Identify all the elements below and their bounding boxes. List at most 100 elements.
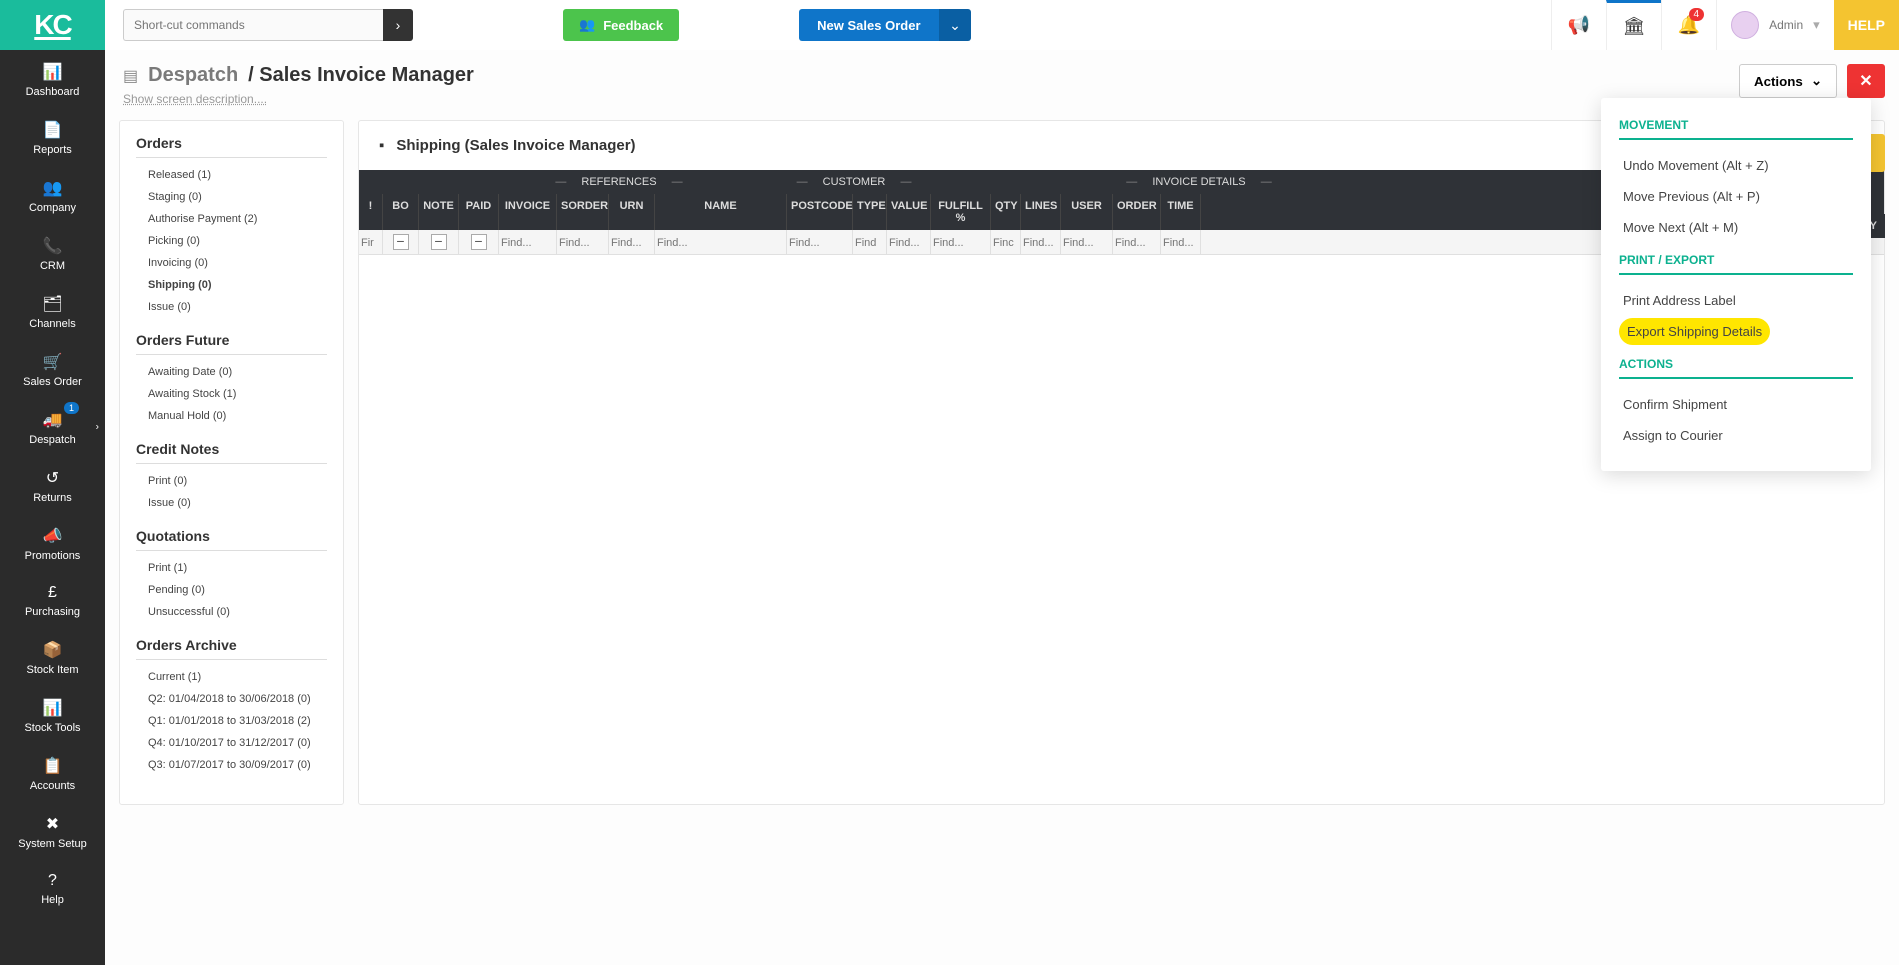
dropdown-item[interactable]: Print Address Label <box>1619 285 1853 316</box>
nav-dashboard[interactable]: 📊Dashboard <box>0 50 105 108</box>
section-head: Credit Notes <box>136 441 327 464</box>
dropdown-section: ACTIONS <box>1619 357 1853 379</box>
list-item[interactable]: Issue (0) <box>136 296 327 318</box>
list-item[interactable]: Authorise Payment (2) <box>136 208 327 230</box>
filter-toggle[interactable]: − <box>431 234 447 250</box>
filter-input[interactable] <box>361 237 380 249</box>
nav-stock-tools[interactable]: 📊Stock Tools <box>0 686 105 744</box>
doc-icon: ▪ <box>379 137 384 154</box>
col-qty[interactable]: QTY <box>991 194 1021 230</box>
col-name[interactable]: NAME <box>655 194 787 230</box>
filter-input[interactable] <box>657 237 784 249</box>
filter-input[interactable] <box>933 237 988 249</box>
list-item[interactable]: Invoicing (0) <box>136 252 327 274</box>
list-item[interactable]: Q3: 01/07/2017 to 30/09/2017 (0) <box>136 754 327 776</box>
list-item[interactable]: Manual Hold (0) <box>136 405 327 427</box>
filter-input[interactable] <box>789 237 850 249</box>
new-sales-caret[interactable]: ⌄ <box>939 9 971 41</box>
list-item[interactable]: Current (1) <box>136 666 327 688</box>
dropdown-item[interactable]: Move Next (Alt + M) <box>1619 212 1853 243</box>
filter-input[interactable] <box>993 237 1018 249</box>
filter-input[interactable] <box>501 237 554 249</box>
list-item[interactable]: Released (1) <box>136 164 327 186</box>
filter-input[interactable] <box>1023 237 1058 249</box>
nav-icon: 📊 <box>4 698 101 718</box>
list-item[interactable]: Staging (0) <box>136 186 327 208</box>
nav-system-setup[interactable]: ✖System Setup <box>0 802 105 860</box>
col-postcode[interactable]: POSTCODE <box>787 194 853 230</box>
col-invoice[interactable]: INVOICE <box>499 194 557 230</box>
col-fulfill %[interactable]: FULFILL % <box>931 194 991 230</box>
close-button[interactable]: ✕ <box>1847 64 1885 98</box>
list-item[interactable]: Print (1) <box>136 557 327 579</box>
filter-input[interactable] <box>559 237 606 249</box>
list-item[interactable]: Picking (0) <box>136 230 327 252</box>
col-sorder[interactable]: SORDER <box>557 194 609 230</box>
dropdown-item[interactable]: Assign to Courier <box>1619 420 1853 451</box>
col-bo[interactable]: BO <box>383 194 419 230</box>
notifications-icon[interactable]: 🔔4 <box>1661 0 1716 50</box>
list-item[interactable]: Pending (0) <box>136 579 327 601</box>
col-note[interactable]: NOTE <box>419 194 459 230</box>
actions-button[interactable]: Actions ⌄ <box>1739 64 1837 98</box>
col-![interactable]: ! <box>359 194 383 230</box>
dropdown-item[interactable]: Undo Movement (Alt + Z) <box>1619 150 1853 181</box>
shortcut-submit[interactable]: › <box>383 9 413 41</box>
announce-icon[interactable]: 📢 <box>1551 0 1606 50</box>
filter-input[interactable] <box>889 237 928 249</box>
feedback-icon: 👥 <box>579 17 595 33</box>
filter-toggle[interactable]: − <box>471 234 487 250</box>
col-time[interactable]: TIME <box>1161 194 1201 230</box>
nav-company[interactable]: 👥Company <box>0 166 105 224</box>
col-type[interactable]: TYPE <box>853 194 887 230</box>
col-paid[interactable]: PAID <box>459 194 499 230</box>
help-button[interactable]: HELP <box>1834 0 1899 50</box>
list-item[interactable]: Print (0) <box>136 470 327 492</box>
col-lines[interactable]: LINES <box>1021 194 1061 230</box>
breadcrumb-parent[interactable]: Despatch <box>148 64 238 87</box>
list-item[interactable]: Awaiting Date (0) <box>136 361 327 383</box>
dropdown-item[interactable]: Confirm Shipment <box>1619 389 1853 420</box>
nav-purchasing[interactable]: £Purchasing <box>0 572 105 628</box>
nav-stock-item[interactable]: 📦Stock Item <box>0 628 105 686</box>
breadcrumb-current: / Sales Invoice Manager <box>248 64 474 87</box>
col-order[interactable]: ORDER <box>1113 194 1161 230</box>
logo[interactable]: KC <box>0 0 105 50</box>
col-urn[interactable]: URN <box>609 194 655 230</box>
list-item[interactable]: Q2: 01/04/2018 to 30/06/2018 (0) <box>136 688 327 710</box>
filter-input[interactable] <box>1115 237 1158 249</box>
nav-accounts[interactable]: 📋Accounts <box>0 744 105 802</box>
list-item[interactable]: Unsuccessful (0) <box>136 601 327 623</box>
nav-channels[interactable]: 🗂Channels <box>0 282 105 340</box>
topbar: KC › 👥Feedback New Sales Order ⌄ 📢 🏛 🔔4 … <box>0 0 1899 50</box>
filter-input[interactable] <box>1163 237 1198 249</box>
nav-sales-order[interactable]: 🛒Sales Order <box>0 340 105 398</box>
nav-crm[interactable]: 📞CRM <box>0 224 105 282</box>
shortcut-input[interactable] <box>123 9 383 41</box>
show-description-link[interactable]: Show screen description.... <box>123 92 267 106</box>
list-item[interactable]: Q4: 01/10/2017 to 31/12/2017 (0) <box>136 732 327 754</box>
feedback-button[interactable]: 👥Feedback <box>563 9 679 41</box>
col-value[interactable]: VALUE <box>887 194 931 230</box>
dropdown-item[interactable]: Export Shipping Details <box>1619 316 1853 347</box>
nav-icon: 📞 <box>4 236 101 256</box>
list-item[interactable]: Issue (0) <box>136 492 327 514</box>
list-item[interactable]: Q1: 01/01/2018 to 31/03/2018 (2) <box>136 710 327 732</box>
nav-icon: ↺ <box>4 468 101 488</box>
nav-returns[interactable]: ↺Returns <box>0 456 105 514</box>
nav-despatch[interactable]: 🚚Despatch1› <box>0 398 105 456</box>
col-user[interactable]: USER <box>1061 194 1113 230</box>
dropdown-item[interactable]: Move Previous (Alt + P) <box>1619 181 1853 212</box>
filter-toggle[interactable]: − <box>393 234 409 250</box>
nav-help[interactable]: ?Help <box>0 860 105 916</box>
new-sales-order-button[interactable]: New Sales Order <box>799 9 938 41</box>
nav-reports[interactable]: 📄Reports <box>0 108 105 166</box>
warehouse-icon[interactable]: 🏛 <box>1606 0 1661 50</box>
filter-input[interactable] <box>611 237 652 249</box>
nav-promotions[interactable]: 📣Promotions <box>0 514 105 572</box>
filter-input[interactable] <box>855 237 884 249</box>
list-item[interactable]: Shipping (0) <box>136 274 327 296</box>
filter-input[interactable] <box>1063 237 1110 249</box>
list-item[interactable]: Awaiting Stock (1) <box>136 383 327 405</box>
admin-menu[interactable]: Admin ▾ <box>1716 0 1834 50</box>
